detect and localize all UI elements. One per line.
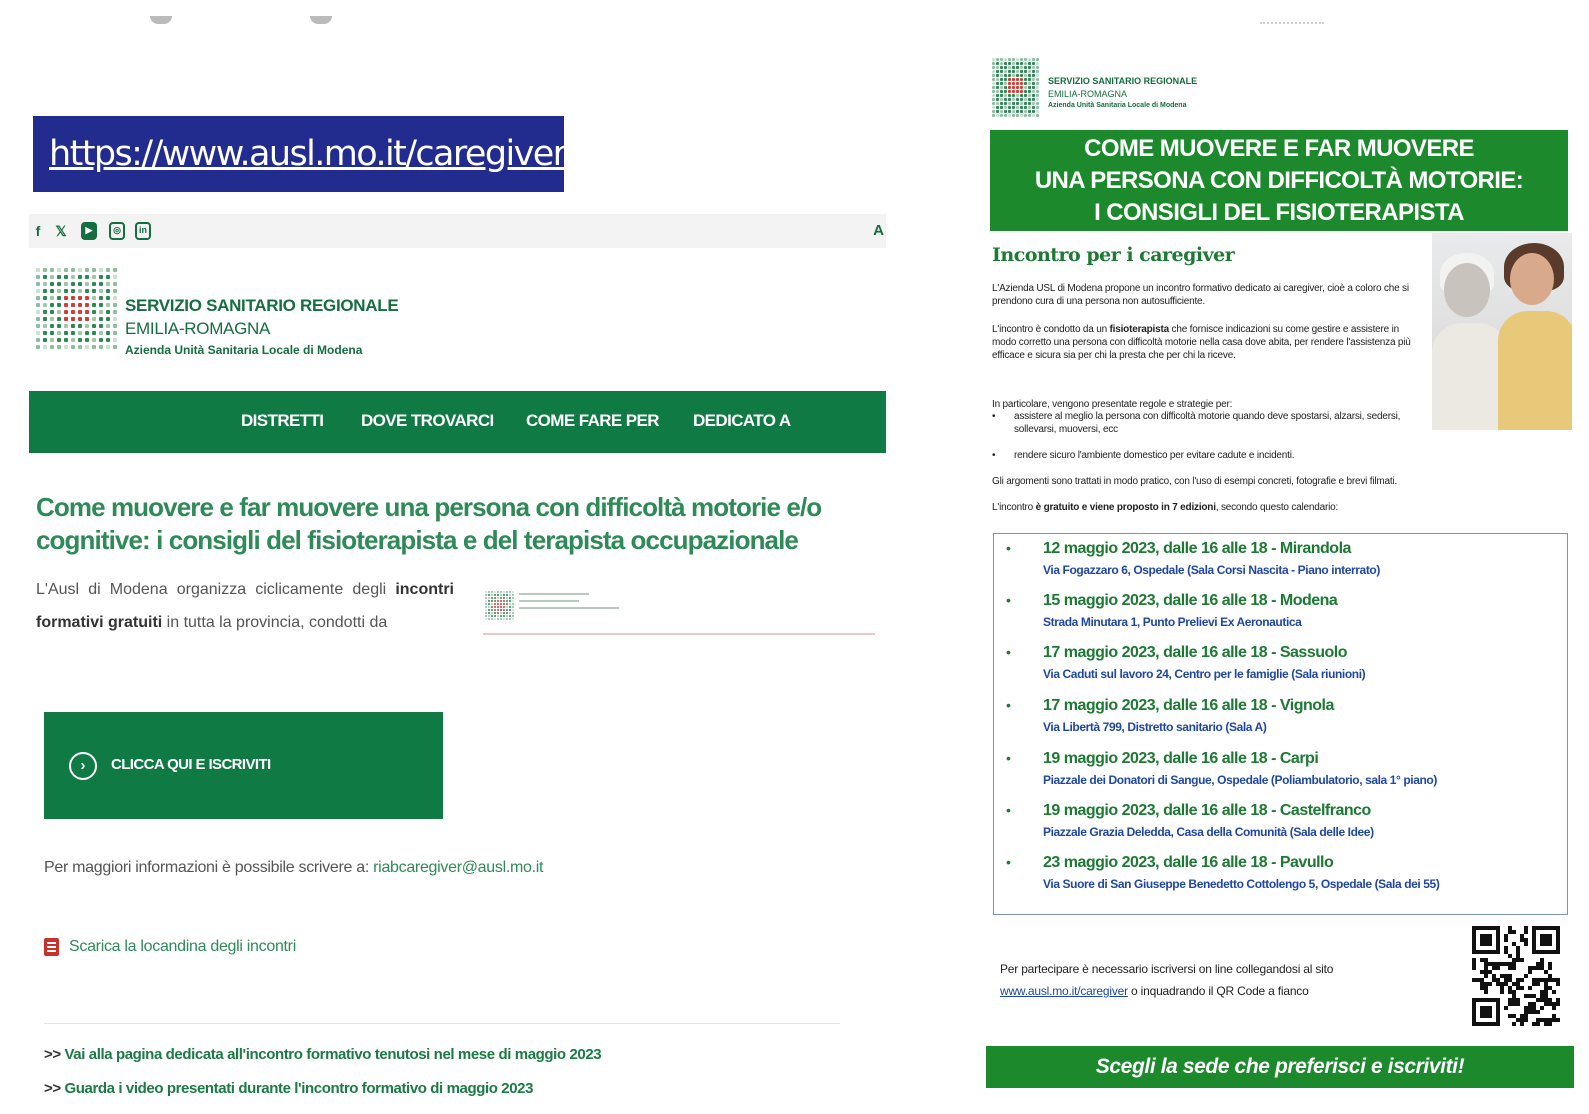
- nav-dedicato-a[interactable]: DEDICATO A: [693, 411, 791, 431]
- flyer-logo-grid-icon: [992, 58, 1039, 117]
- calendar-place: Strada Minutara 1, Punto Prelievi Ex Aer…: [1043, 615, 1302, 629]
- site-logo[interactable]: SERVIZIO SANITARIO REGIONALE EMILIA-ROMA…: [125, 296, 399, 357]
- mini-logo-grid-icon: [485, 591, 514, 620]
- qr-code-icon[interactable]: [1472, 926, 1560, 1026]
- info-text: Per maggiori informazioni è possibile sc…: [44, 859, 544, 876]
- url-banner: https://www.ausl.mo.it/caregiver: [33, 116, 567, 192]
- logo-line1: SERVIZIO SANITARIO REGIONALE: [125, 296, 399, 315]
- flyer-header-line3: I CONSIGLI DEL FISIOTERAPISTA: [1094, 199, 1464, 226]
- nav-come-fare-per[interactable]: COME FARE PER: [526, 411, 660, 431]
- link-videos: >> Guarda i video presentati durante l'i…: [44, 1080, 534, 1097]
- link-videos-anchor[interactable]: Guarda i video presentati durante l'inco…: [65, 1080, 534, 1097]
- calendar-place: Piazzale Grazia Deledda, Casa della Comu…: [1043, 825, 1374, 839]
- chevron-right-circle-icon: ›: [69, 752, 97, 780]
- flyer-logo-line3: Azienda Unità Sanitaria Locale di Modena: [1048, 102, 1187, 109]
- calendar-date: 19 maggio 2023, dalle 16 alle 18 - Caste…: [1043, 802, 1371, 819]
- url-banner-link[interactable]: https://www.ausl.mo.it/caregiver: [49, 134, 567, 174]
- nav-dove-trovarci[interactable]: DOVE TROVARCI: [361, 411, 494, 431]
- toolbar-corner-letter[interactable]: A: [873, 222, 884, 239]
- flyer-header: COME MUOVERE E FAR MUOVERE UNA PERSONA C…: [990, 130, 1568, 231]
- register-site-link[interactable]: www.ausl.mo.it/caregiver: [1000, 984, 1128, 998]
- page-title: Come muovere e far muovere una persona c…: [36, 492, 822, 555]
- calendar-place: Via Libertà 799, Distretto sanitario (Sa…: [1043, 720, 1267, 734]
- facebook-icon[interactable]: f: [33, 222, 43, 240]
- caregiver-photo: [1432, 233, 1572, 430]
- social-bar: f 𝕏 ▶ ◎ in A: [29, 214, 886, 248]
- youtube-icon[interactable]: ▶: [81, 222, 97, 240]
- calendar-date: 19 maggio 2023, dalle 16 alle 18 - Carpi: [1043, 750, 1319, 767]
- main-nav: DISTRETTI DOVE TROVARCI COME FARE PER DE…: [29, 391, 886, 453]
- calendar-date: 17 maggio 2023, dalle 16 alle 18 - Sassu…: [1043, 644, 1348, 661]
- cropped-top-dots: [1260, 22, 1324, 24]
- calendar-place: Via Fogazzaro 6, Ospedale (Sala Corsi Na…: [1043, 563, 1380, 577]
- mini-logo-text-lines: [519, 593, 619, 614]
- cropped-top-artifact: [150, 10, 350, 32]
- calendar-box: • 12 maggio 2023, dalle 16 alle 18 - Mira…: [993, 533, 1568, 915]
- register-button-label: CLICCA QUI E ISCRIVITI: [111, 756, 271, 773]
- website-screenshot: https://www.ausl.mo.it/caregiver f 𝕏 ▶ ◎…: [0, 0, 900, 1114]
- calendar-date: 12 maggio 2023, dalle 16 alle 18 - Miran…: [1043, 540, 1351, 557]
- register-button[interactable]: › CLICCA QUI E ISCRIVITI: [44, 712, 443, 819]
- flyer-logo-line2: EMILIA-ROMAGNA: [1048, 89, 1128, 99]
- register-instructions: Per partecipare è necessario iscriversi …: [1000, 962, 1334, 998]
- intro-paragraph: L'Ausl di Modena organizza ciclicamente …: [36, 581, 454, 631]
- pdf-icon: [44, 938, 59, 956]
- flyer: SERVIZIO SANITARIO REGIONALE EMILIA-ROMA…: [986, 0, 1589, 1114]
- flyer-paragraph-5: L'incontro è gratuito e viene proposto i…: [992, 502, 1339, 513]
- logo-grid-icon: [36, 268, 117, 349]
- instagram-icon[interactable]: ◎: [109, 222, 125, 240]
- download-row: Scarica la locandina degli incontri: [44, 938, 296, 956]
- linkedin-icon[interactable]: in: [135, 222, 151, 240]
- calendar-date: 23 maggio 2023, dalle 16 alle 18 - Pavul…: [1043, 854, 1334, 871]
- flyer-logo: SERVIZIO SANITARIO REGIONALE EMILIA-ROMA…: [1048, 76, 1197, 109]
- flyer-subtitle: Incontro per i caregiver: [992, 244, 1235, 266]
- link-dedicated-page: >> Vai alla pagina dedicata all'incontro…: [44, 1046, 602, 1063]
- calendar-date: 17 maggio 2023, dalle 16 alle 18 - Vigno…: [1043, 697, 1334, 714]
- flyer-header-line1: COME MUOVERE E FAR MUOVERE: [1084, 135, 1474, 162]
- flyer-logo-line1: SERVIZIO SANITARIO REGIONALE: [1048, 76, 1198, 86]
- flyer-header-line2: UNA PERSONA CON DIFFICOLTÀ MOTORIE:: [1034, 167, 1524, 194]
- flyer-thumbnail[interactable]: [483, 585, 875, 635]
- logo-line3: Azienda Unità Sanitaria Locale di Modena: [125, 343, 363, 357]
- calendar-place: Via Caduti sul lavoro 24, Centro per le …: [1043, 667, 1366, 681]
- calendar-place: Via Suore di San Giuseppe Benedetto Cott…: [1043, 877, 1440, 891]
- flyer-footer: Scegli la sede che preferisci e iscrivit…: [986, 1046, 1574, 1088]
- nav-distretti[interactable]: DISTRETTI: [241, 411, 324, 431]
- flyer-paragraph-4: Gli argomenti sono trattati in modo prat…: [992, 476, 1398, 487]
- divider: [44, 1023, 840, 1024]
- flyer-paragraph-1: L'Azienda USL di Modena propone un incon…: [992, 283, 1409, 307]
- download-flyer-link[interactable]: Scarica la locandina degli incontri: [69, 938, 296, 955]
- email-link[interactable]: riabcaregiver@ausl.mo.it: [373, 859, 543, 876]
- flyer-paragraph-2: L'incontro è condotto da un fisioterapis…: [992, 324, 1411, 361]
- calendar-place: Piazzale dei Donatori di Sangue, Ospedal…: [1043, 773, 1437, 787]
- logo-line2: EMILIA-ROMAGNA: [125, 319, 271, 338]
- calendar-date: 15 maggio 2023, dalle 16 alle 18 - Moden…: [1043, 592, 1338, 609]
- twitter-icon[interactable]: 𝕏: [53, 222, 69, 240]
- link-dedicated-page-anchor[interactable]: Vai alla pagina dedicata all'incontro fo…: [65, 1046, 602, 1063]
